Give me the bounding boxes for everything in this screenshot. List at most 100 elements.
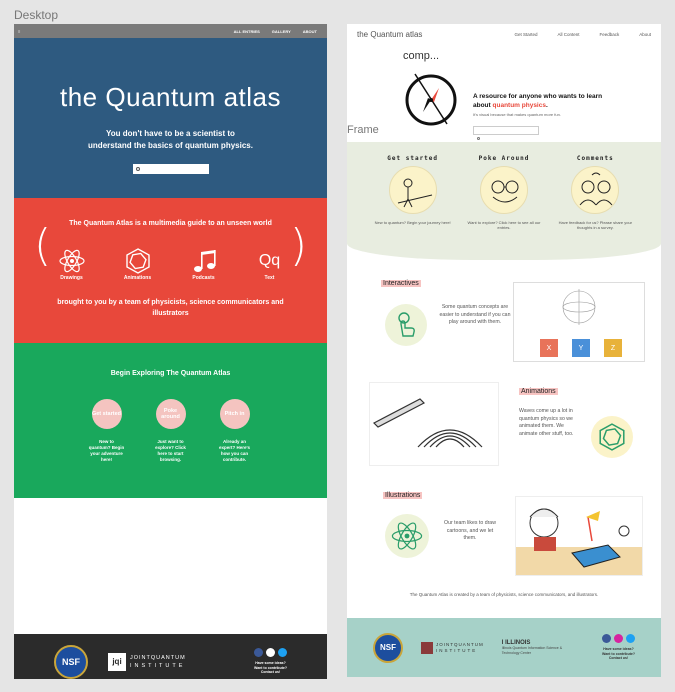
gate-x-button[interactable]: X [540, 339, 558, 357]
entry-cards: Get started New to quantum? Begin your j… [347, 156, 661, 231]
nsf-logo[interactable]: NSF [54, 644, 88, 679]
nav-link-all-entries[interactable]: ALL ENTRIES [234, 29, 260, 34]
twitter-icon[interactable] [278, 648, 287, 658]
twitter-icon[interactable] [626, 634, 635, 644]
illinois-logo[interactable]: I ILLINOIS Illinois Quantum Information … [502, 640, 568, 655]
card-poke-around[interactable]: Poke Around Want to explore? Click here … [464, 156, 544, 231]
site-logo: the Quantum atlas [14, 38, 327, 113]
brand-rest: Quantum atlas [370, 29, 423, 39]
nav-link-about[interactable]: ABOUT [303, 29, 317, 34]
media-item-podcasts[interactable]: Podcasts [186, 247, 222, 281]
nav-link-gallery[interactable]: GALLERY [272, 29, 291, 34]
gate-y-button[interactable]: Y [572, 339, 590, 357]
instagram-icon[interactable] [266, 648, 275, 658]
compass-icon [401, 68, 461, 133]
facebook-icon[interactable] [254, 648, 263, 658]
explore-section: Begin Exploring The Quantum Atlas Get st… [14, 343, 327, 498]
desktop-frame[interactable]: ≡ ALL ENTRIES GALLERY ABOUT the Quantum … [14, 24, 327, 679]
card-title: Get started [387, 155, 439, 162]
card-text: Have feedback for us? Please share your … [558, 219, 632, 231]
wave-animation-preview[interactable] [369, 382, 499, 466]
bloch-sphere-screenshot[interactable]: X Y Z [513, 282, 645, 362]
hexagon-icon [591, 416, 633, 458]
media-item-drawings[interactable]: Drawings [54, 247, 90, 281]
jqi-top: JOINTQUANTUM [130, 654, 186, 661]
gate-buttons: X Y Z [540, 339, 622, 357]
frame-artboard[interactable]: the Quantum atlas Get Started All Conten… [347, 24, 661, 677]
nav-link-about[interactable]: About [639, 32, 651, 37]
gate-z-button[interactable]: Z [604, 339, 622, 357]
pitch-in-button[interactable]: Pitch in [219, 399, 250, 429]
interactives-text: Some quantum concepts are easier to unde… [439, 304, 511, 325]
compass-caption: comp... [403, 50, 440, 62]
jqi-logo[interactable]: JOINTQUANTUM INSTITUTE [421, 641, 484, 654]
contact-us-link[interactable]: Contact us! [602, 656, 635, 661]
explore-option-text: Just want to explore? Click here to star… [155, 439, 186, 462]
card-text: Want to explore? Click here to see all o… [467, 219, 541, 231]
section-label-illustrations: Illustrations [383, 492, 423, 499]
blank-section [14, 498, 327, 634]
media-list: Drawings Animations Podcasts Qq Text [14, 247, 327, 281]
card-text: New to quantum? Begin your journey here! [374, 219, 451, 225]
media-item-animations[interactable]: Animations [120, 247, 156, 281]
social-icons [602, 634, 635, 644]
illustrations-text: Our team likes to draw cartoons, and we … [444, 520, 496, 541]
hero-tagline: You don't have to be a scientist to unde… [88, 129, 253, 150]
explore-option: Get started New to quantum? Begin your a… [89, 399, 125, 463]
poke-around-button[interactable]: Poke around [155, 399, 186, 429]
frame-nav-bar: the Quantum atlas Get Started All Conten… [347, 24, 661, 44]
media-label: Drawings [60, 275, 83, 281]
explore-option-text: New to quantum? Begin your adventure her… [88, 439, 125, 462]
logo-the: the [60, 82, 98, 112]
tap-hand-icon [385, 304, 427, 346]
footer-contact: Have some ideas? Want to contribute? Con… [602, 634, 635, 661]
frame-search-input[interactable] [473, 126, 539, 140]
logo-atlas: atlas [223, 82, 281, 112]
facebook-icon[interactable] [602, 634, 611, 644]
jqi-bottom: INSTITUTE [436, 647, 478, 653]
frame-footer: NSF JOINTQUANTUM INSTITUTE I ILLINOIS Il… [347, 618, 661, 677]
nsf-logo[interactable]: NSF [373, 632, 403, 663]
section-label-interactives: Interactives [381, 280, 421, 287]
card-comments[interactable]: Comments Have feedback for us? Please sh… [555, 156, 635, 231]
card-get-started[interactable]: Get started New to quantum? Begin your j… [373, 156, 453, 231]
jqi-mark [421, 641, 433, 654]
media-outro: brought to you by a team of physicists, … [57, 299, 284, 317]
jqi-logo[interactable]: jqi JOINTQUANTUM INSTITUTE [108, 652, 186, 671]
frame-label: Frame [347, 124, 379, 136]
people-talking-illustration [571, 165, 620, 214]
hero-subtitle: It's visual because that makes quantum m… [473, 112, 561, 117]
animations-text: Waves come up a lot in quantum physics s… [519, 408, 574, 437]
iqui-text: Illinois Quantum Information Science & T… [501, 646, 563, 655]
atom-icon [54, 247, 90, 275]
media-label: Podcasts [192, 275, 215, 281]
nav-link-all-content[interactable]: All Content [557, 32, 579, 37]
jqi-mark: jqi [108, 652, 126, 671]
desktop-footer: NSF jqi JOINTQUANTUM INSTITUTE Have some… [14, 634, 327, 679]
desktop-frame-label: Desktop [14, 8, 59, 22]
hexagon-icon [120, 247, 156, 275]
brand-the: the [357, 29, 369, 39]
desktop-nav-bar: ≡ ALL ENTRIES GALLERY ABOUT [14, 24, 327, 38]
nav-link-feedback[interactable]: Feedback [599, 32, 619, 37]
jqi-top: JOINTQUANTUM [436, 641, 484, 647]
hero-section: the Quantum atlas You don't have to be a… [14, 38, 327, 198]
explore-option: Pitch in Already an expert? Here's how y… [217, 399, 253, 463]
get-started-button[interactable]: Get started [91, 399, 122, 429]
search-input[interactable] [132, 164, 209, 174]
hero-headline: A resource for anyone who wants to learn… [473, 92, 613, 110]
explore-options: Get started New to quantum? Begin your a… [14, 399, 327, 463]
instagram-icon[interactable] [614, 634, 623, 644]
search-icon [135, 167, 140, 171]
frame-hero: comp... A resource for anyone who wants … [347, 44, 661, 140]
media-item-text[interactable]: Qq Text [252, 247, 288, 281]
logo-quantum: Quantum [105, 82, 216, 112]
social-icons [254, 648, 287, 658]
search-icon [477, 137, 480, 140]
contact-us-link[interactable]: Contact us! [254, 670, 287, 675]
media-label: Animations [123, 275, 152, 281]
frame-brand-logo[interactable]: the Quantum atlas [357, 30, 422, 39]
scientist-illustration[interactable] [515, 496, 643, 576]
menu-icon[interactable]: ≡ [18, 29, 20, 34]
nav-link-get-started[interactable]: Get Started [514, 32, 537, 37]
